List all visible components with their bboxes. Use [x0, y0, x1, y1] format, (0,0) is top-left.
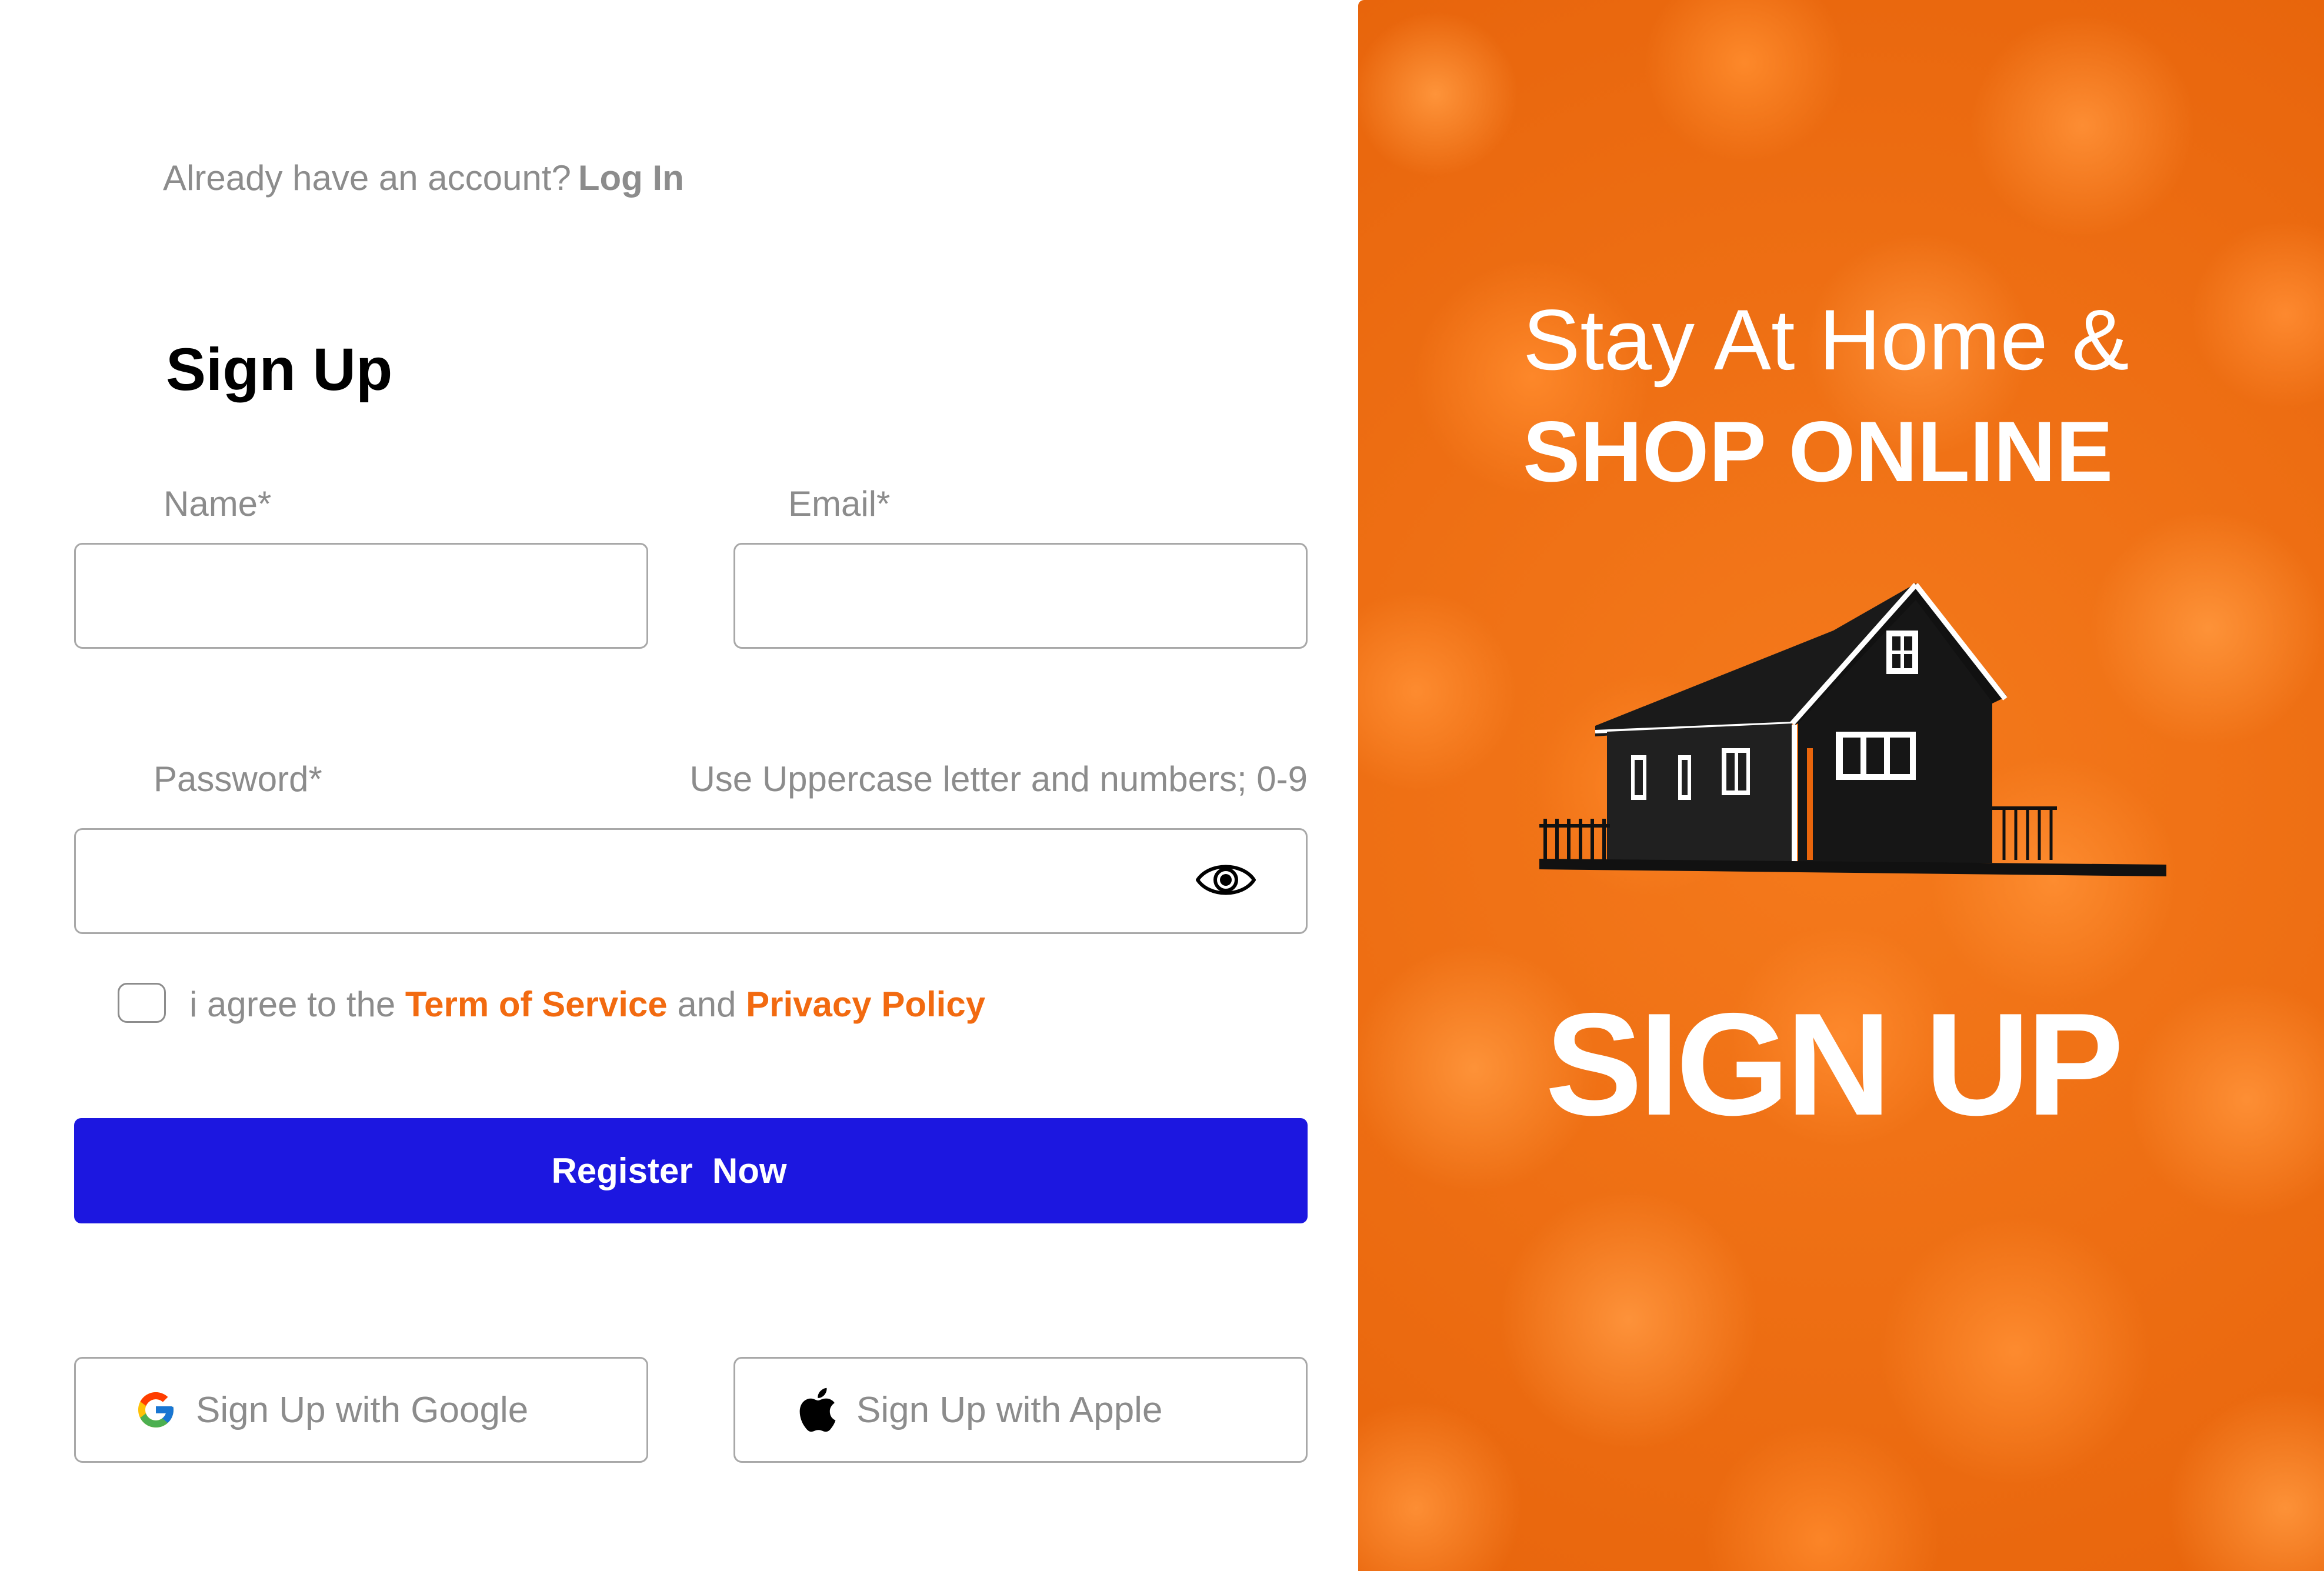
- apple-icon: [793, 1386, 840, 1433]
- password-field[interactable]: [74, 828, 1308, 934]
- google-signup-button[interactable]: Sign Up with Google: [74, 1357, 648, 1463]
- apple-signup-button[interactable]: Sign Up with Apple: [733, 1357, 1308, 1463]
- password-hint: Use Uppercase letter and numbers; 0-9: [689, 759, 1308, 799]
- promo-signup-heading: SIGN UP: [1545, 982, 2124, 1146]
- name-field[interactable]: [74, 543, 648, 649]
- privacy-policy-link[interactable]: Privacy Policy: [746, 985, 985, 1024]
- login-prompt: Already have an account? Log In: [163, 158, 684, 198]
- promo-panel: Stay At Home & SHOP ONLINE SIGN UP: [1358, 0, 2324, 1571]
- show-password-toggle[interactable]: [1195, 859, 1256, 901]
- email-label: Email*: [788, 484, 891, 523]
- google-icon: [132, 1386, 179, 1433]
- email-field[interactable]: [733, 543, 1308, 649]
- eye-icon: [1196, 865, 1256, 895]
- apple-signup-label: Sign Up with Apple: [856, 1389, 1163, 1430]
- terms-checkbox[interactable]: [118, 983, 166, 1023]
- promo-subheadline: SHOP ONLINE: [1523, 403, 2113, 499]
- terms-connector: and: [677, 985, 736, 1024]
- terms-prefix: i agree to the: [189, 985, 396, 1024]
- login-prompt-text: Already have an account?: [163, 158, 571, 198]
- house-illustration: [1539, 583, 2166, 876]
- promo-headline: Stay At Home &: [1523, 292, 2129, 388]
- register-button[interactable]: Register Now: [74, 1118, 1308, 1223]
- page-title: Sign Up: [166, 336, 393, 403]
- password-label: Password*: [154, 759, 322, 799]
- name-label: Name*: [164, 484, 272, 523]
- terms-of-service-link[interactable]: Term of Service: [405, 985, 668, 1024]
- signup-page: Already have an account? Log In Sign Up N…: [0, 0, 2324, 1571]
- google-signup-label: Sign Up with Google: [196, 1389, 529, 1430]
- login-link[interactable]: Log In: [578, 158, 684, 198]
- terms-agreement: i agree to the Term of Service and Priva…: [189, 984, 985, 1025]
